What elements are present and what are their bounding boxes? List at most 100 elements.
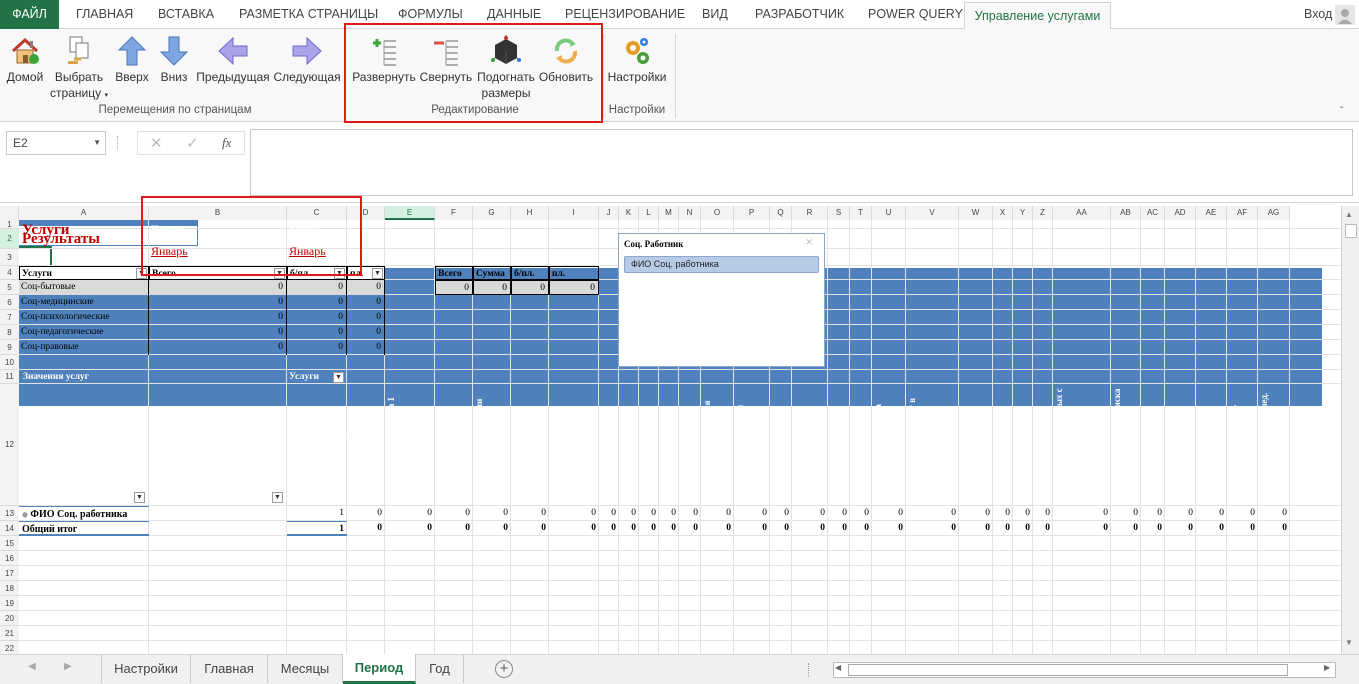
pivot-total-value[interactable]: 0	[770, 521, 792, 536]
tab-service-management[interactable]: Управление услугами	[964, 2, 1111, 30]
column-header[interactable]: M	[659, 206, 679, 220]
expand-toggle-icon[interactable]: ⊕	[22, 511, 28, 519]
tab-home[interactable]: ГЛАВНАЯ	[76, 0, 133, 29]
summary-header[interactable]: б/пл.	[511, 266, 549, 280]
services-filter-icon[interactable]: ▼	[333, 372, 344, 383]
pivot-total-value[interactable]: 0	[679, 521, 701, 536]
pivot-total-value[interactable]: 0	[599, 521, 619, 536]
row-header[interactable]: 10	[0, 355, 19, 370]
select-all-corner[interactable]	[0, 206, 19, 220]
service-paid[interactable]: 0	[347, 280, 385, 295]
scroll-right-icon[interactable]: ▶	[1324, 663, 1330, 672]
sheet-tab-year[interactable]: Год	[416, 655, 464, 683]
scroll-thumb-horizontal[interactable]	[848, 664, 1288, 676]
column-header[interactable]: AA	[1053, 206, 1111, 220]
pivot-value[interactable]: 0	[659, 506, 679, 521]
settings-button[interactable]: Настройки	[606, 35, 668, 85]
column-header[interactable]: Y	[1013, 206, 1033, 220]
pivot-value[interactable]: 0	[347, 506, 385, 521]
row-header[interactable]: 18	[0, 581, 19, 596]
row-header[interactable]: 15	[0, 536, 19, 551]
tab-view[interactable]: ВИД	[702, 0, 728, 29]
row-header[interactable]: 6	[0, 295, 19, 310]
sheet-tab-period[interactable]: Период	[343, 654, 416, 684]
service-name[interactable]: Соц-педагогические	[19, 325, 149, 340]
pivot-value[interactable]: 0	[473, 506, 511, 521]
pivot-total-value[interactable]: 0	[1165, 521, 1196, 536]
pivot-value[interactable]: 0	[511, 506, 549, 521]
pivot-total-value[interactable]: 0	[1013, 521, 1033, 536]
prev-sheet-icon[interactable]: ◀	[28, 661, 36, 672]
pivot-value[interactable]: 0	[770, 506, 792, 521]
service-paid[interactable]: 0	[347, 340, 385, 355]
row-header[interactable]: 14	[0, 521, 19, 536]
pivot-value[interactable]: 0	[1258, 506, 1290, 521]
pivot-total-value[interactable]: 0	[659, 521, 679, 536]
row-header[interactable]: 4	[0, 266, 19, 280]
service-total[interactable]: 0	[149, 325, 287, 340]
column-header[interactable]: Q	[770, 206, 792, 220]
service-free[interactable]: 0	[287, 280, 347, 295]
pivot-value[interactable]: 0	[993, 506, 1013, 521]
pivot-total-value[interactable]: 0	[639, 521, 659, 536]
service-total[interactable]: 0	[149, 340, 287, 355]
pivot-value[interactable]: 0	[850, 506, 872, 521]
pivot-total-value[interactable]: 0	[511, 521, 549, 536]
pivot-total-value[interactable]: 0	[959, 521, 993, 536]
tab-insert[interactable]: ВСТАВКА	[158, 0, 214, 29]
clear-filter-icon[interactable]: ⨯	[805, 237, 813, 248]
column-header[interactable]: U	[872, 206, 906, 220]
column-header[interactable]: F	[435, 206, 473, 220]
row-header[interactable]: 13	[0, 506, 19, 521]
pivot-value[interactable]: 0	[959, 506, 993, 521]
row-header[interactable]: 22	[0, 641, 19, 654]
row-header[interactable]: 9	[0, 340, 19, 355]
row-header[interactable]: 8	[0, 325, 19, 340]
column-header[interactable]: AC	[1141, 206, 1165, 220]
scroll-up-icon[interactable]: ▲	[1345, 210, 1353, 219]
pivot-total-value[interactable]: 0	[1227, 521, 1258, 536]
splitter-handle[interactable]	[808, 663, 811, 677]
column-header[interactable]: E	[385, 206, 435, 220]
pivot-total-value[interactable]: 0	[792, 521, 828, 536]
tab-file[interactable]: ФАЙЛ	[0, 0, 59, 29]
cancel-icon[interactable]: ✕	[150, 134, 163, 152]
pivot-value[interactable]: 0	[679, 506, 701, 521]
pivot-value[interactable]: 0	[385, 506, 435, 521]
formula-input[interactable]	[250, 129, 1353, 196]
pivot-total-value[interactable]: 0	[734, 521, 770, 536]
add-sheet-icon[interactable]: +	[495, 660, 513, 678]
pivot-value[interactable]: 0	[549, 506, 599, 521]
pivot-value[interactable]: 0	[828, 506, 850, 521]
pivot-value[interactable]: 0	[435, 506, 473, 521]
down-button[interactable]: Вниз	[156, 35, 192, 85]
next-button[interactable]: Следующая	[273, 35, 341, 85]
up-button[interactable]: Вверх	[113, 35, 151, 85]
pivot-total-value[interactable]: 0	[1033, 521, 1053, 536]
tab-developer[interactable]: РАЗРАБОТЧИК	[755, 0, 844, 29]
column-header[interactable]: G	[473, 206, 511, 220]
pivot-total-value[interactable]: 0	[828, 521, 850, 536]
next-sheet-icon[interactable]: ▶	[64, 661, 72, 672]
scroll-left-icon[interactable]: ◀	[835, 663, 841, 672]
filter-dropdown-icon[interactable]: ▼	[372, 268, 383, 279]
pivot-value[interactable]: 0	[734, 506, 770, 521]
summary-value[interactable]: 0	[549, 280, 599, 295]
recipient-filter-icon[interactable]: ▼	[272, 492, 283, 503]
column-header[interactable]: S	[828, 206, 850, 220]
pivot-row-count[interactable]: 1	[287, 506, 347, 521]
column-header[interactable]: L	[639, 206, 659, 220]
tab-power-query[interactable]: POWER QUERY	[868, 0, 963, 29]
summary-header[interactable]: пл.	[549, 266, 599, 280]
column-header[interactable]: AD	[1165, 206, 1196, 220]
service-name[interactable]: Соц-медицинские	[19, 295, 149, 310]
pivot-total-value[interactable]: 0	[701, 521, 734, 536]
column-header[interactable]: P	[734, 206, 770, 220]
service-paid[interactable]: 0	[347, 310, 385, 325]
collapse-ribbon-icon[interactable]: ˆ	[1340, 106, 1343, 117]
vertical-scrollbar[interactable]: ▲ ▼	[1341, 206, 1359, 654]
pivot-value[interactable]: 0	[1111, 506, 1141, 521]
service-paid[interactable]: 0	[347, 295, 385, 310]
pivot-row-worker[interactable]: ⊕ ФИО Соц. работника	[19, 506, 149, 521]
pivot-total-value[interactable]: 0	[619, 521, 639, 536]
